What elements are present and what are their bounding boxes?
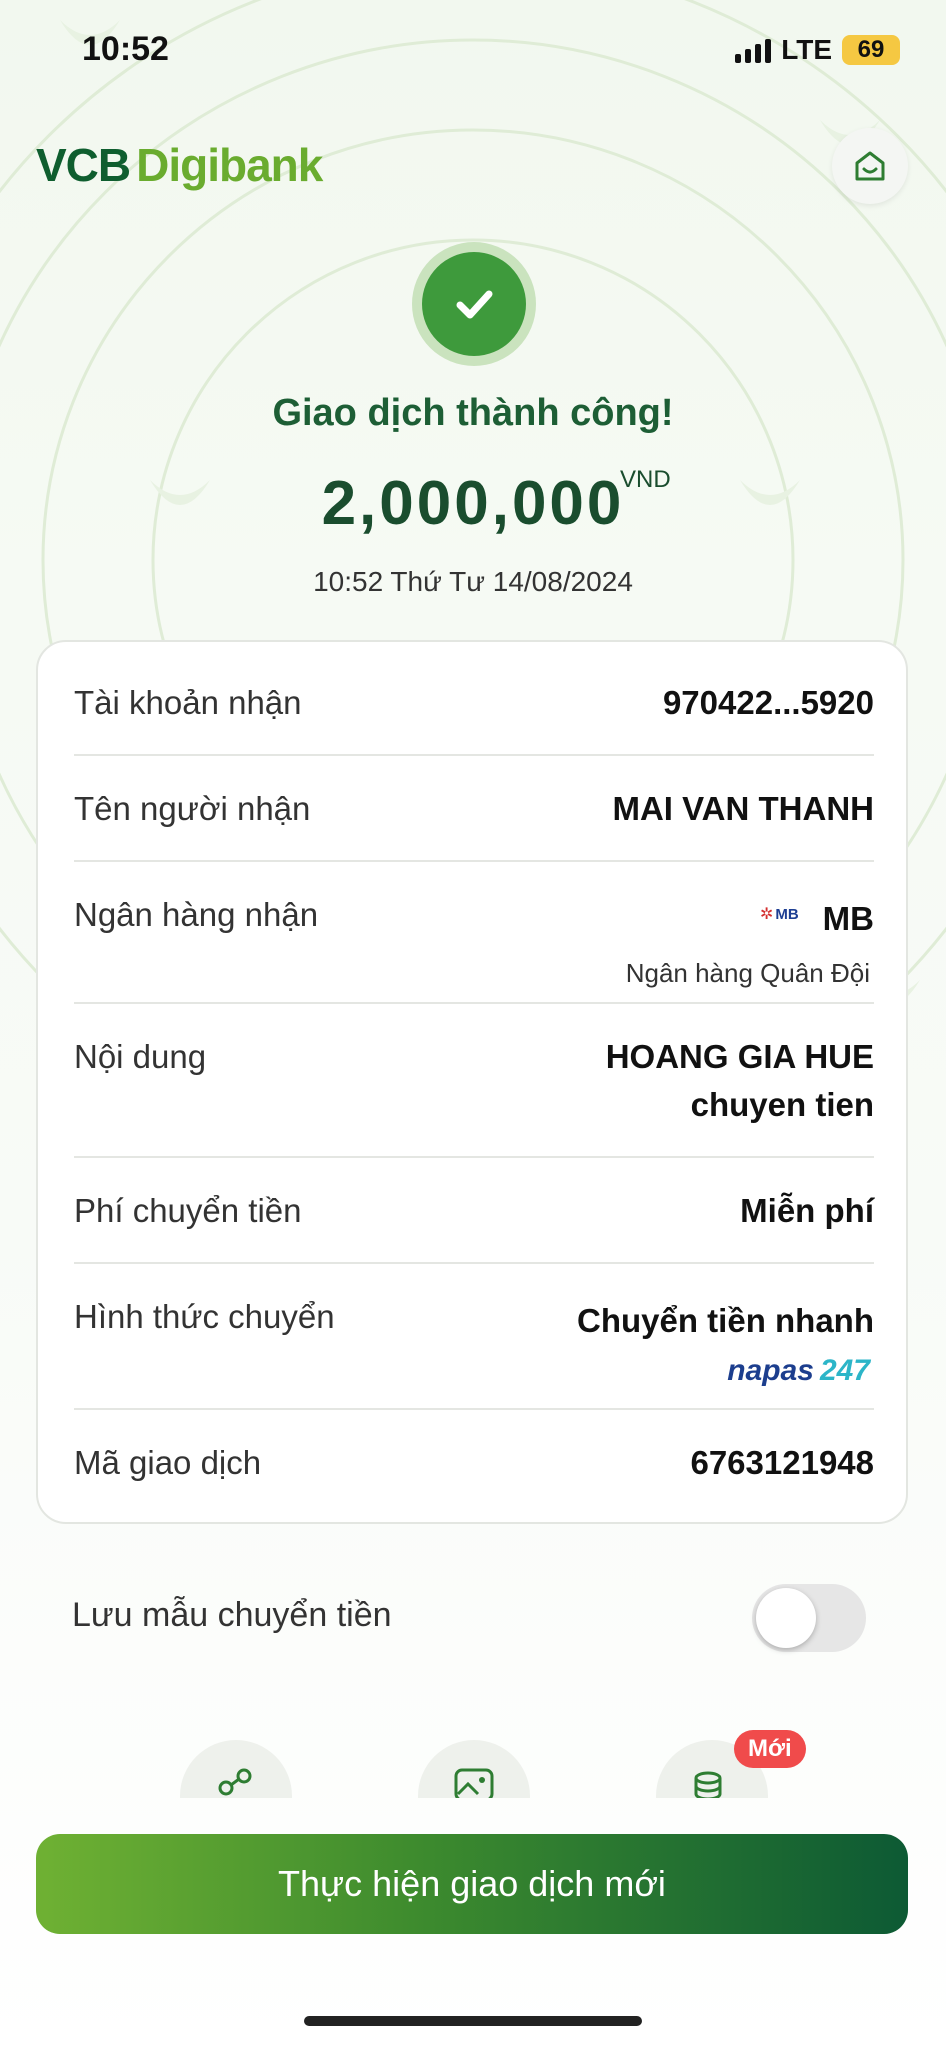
currency-label: VND (620, 466, 671, 493)
detail-value-line2: chuyen tien (690, 1086, 874, 1123)
success-title: Giao dịch thành công! (272, 392, 674, 434)
check-icon (456, 290, 493, 319)
vcb-digibank-logo: VCB Digibank (36, 138, 323, 192)
napas247-logo: napas 247 (727, 1354, 870, 1387)
detail-label: Tên người nhận (74, 790, 311, 827)
share-icon (218, 1768, 252, 1796)
detail-value: 970422...5920 (662, 684, 874, 721)
detail-value: Chuyển tiền nhanh (577, 1302, 874, 1339)
divider (74, 1408, 874, 1410)
detail-value: 6763121948 (690, 1444, 874, 1481)
transaction-amount: 2,000,000 (321, 469, 625, 538)
home-icon (855, 151, 885, 181)
coins-icon (694, 1771, 722, 1798)
network-type: LTE (781, 34, 832, 65)
divider (74, 1156, 874, 1158)
bank-full-name: Ngân hàng Quân Đội (625, 958, 870, 988)
logo-vcb-text: VCB (36, 139, 131, 191)
detail-value: MB (822, 900, 874, 937)
transaction-datetime: 10:52 Thứ Tư 14/08/2024 (313, 566, 633, 597)
image-icon (454, 1768, 494, 1798)
save-template-toggle[interactable] (752, 1584, 866, 1652)
detail-value-line1: HOANG GIA HUE (605, 1038, 874, 1075)
status-icons: LTE 69 (735, 34, 900, 66)
detail-value: MAI VAN THANH (612, 790, 874, 827)
new-badge: Mới (734, 1730, 806, 1768)
transaction-details-card: Tài khoản nhận 970422...5920 Tên người n… (36, 640, 908, 1524)
home-indicator[interactable] (304, 2016, 642, 2026)
share-action-button[interactable] (180, 1740, 292, 1798)
mb-bank-logo: ✲ MB (760, 905, 799, 924)
home-button[interactable] (832, 128, 908, 204)
detail-label: Tài khoản nhận (74, 684, 302, 721)
divider (74, 754, 874, 756)
signal-icon (735, 37, 772, 63)
new-transaction-button[interactable]: Thực hiện giao dịch mới (36, 1834, 908, 1934)
detail-label: Hình thức chuyển (74, 1298, 335, 1335)
divider (74, 860, 874, 862)
image-action-button[interactable] (418, 1740, 530, 1798)
status-time: 10:52 (82, 30, 169, 68)
toggle-knob (756, 1588, 816, 1648)
logo-digibank-text: Digibank (136, 139, 323, 191)
battery-indicator: 69 (842, 35, 900, 65)
detail-label: Phí chuyển tiền (74, 1192, 302, 1229)
success-indicator (412, 242, 536, 366)
divider (74, 1262, 874, 1264)
divider (74, 1002, 874, 1004)
detail-label: Nội dung (74, 1038, 207, 1075)
detail-label: Mã giao dịch (74, 1444, 262, 1481)
save-template-label: Lưu mẫu chuyển tiền (72, 1596, 392, 1634)
detail-label: Ngân hàng nhận (74, 896, 319, 933)
detail-value: Miễn phí (740, 1192, 874, 1229)
